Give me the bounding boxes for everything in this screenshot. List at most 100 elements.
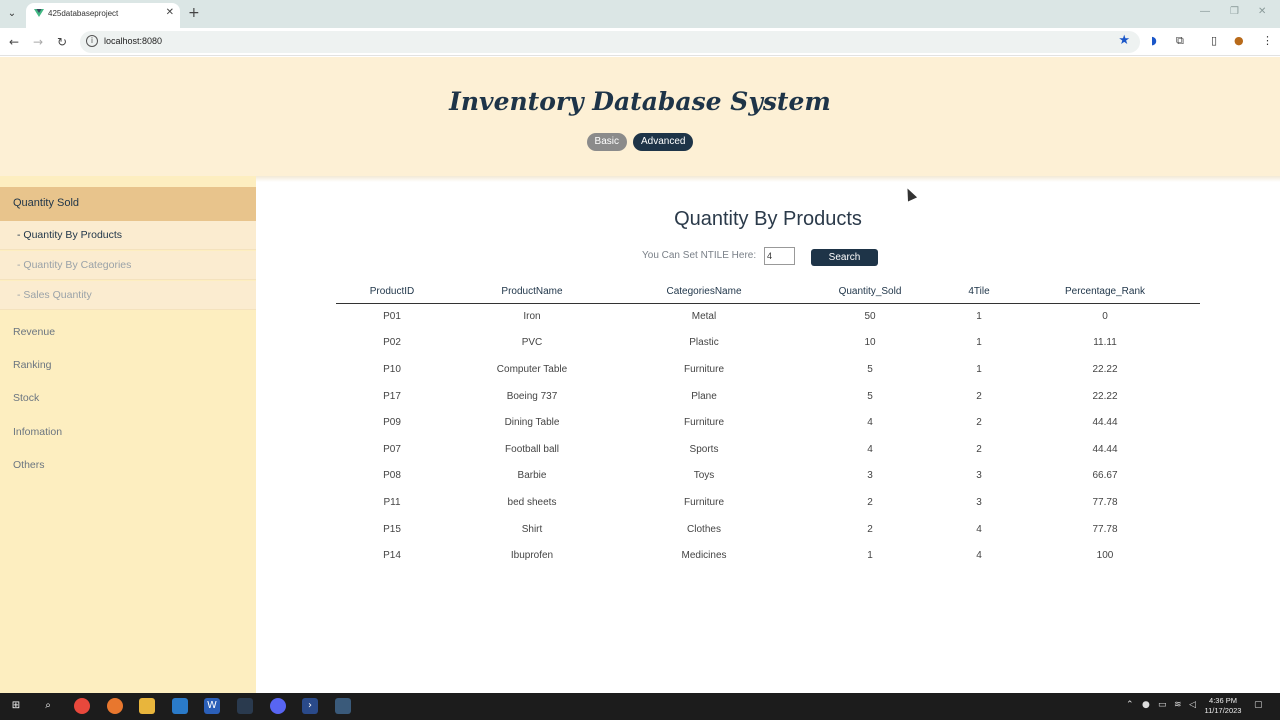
volume-icon[interactable]: ◁	[1189, 700, 1196, 710]
sidebar-item-others[interactable]: Others	[13, 459, 45, 471]
table-cell: 5	[867, 363, 873, 375]
ntile-label: You Can Set NTILE Here:	[642, 250, 757, 261]
table-cell: 2	[976, 443, 982, 455]
table-body: P01 Iron Metal 50 1 0 P02 PVC Plastic 10 1 11.11 P10…	[336, 303, 1200, 569]
column-header: ProductName	[448, 280, 616, 304]
browser-address-bar: ← → ↻ i localhost:8080 ★	[0, 28, 1280, 56]
microphone-icon[interactable]: ●	[1142, 700, 1150, 710]
tab-search-icon[interactable]: ⌄	[4, 6, 20, 22]
battery-icon[interactable]: ▭	[1158, 700, 1167, 710]
steam-icon[interactable]	[237, 698, 253, 714]
reload-icon[interactable]: ↻	[57, 34, 67, 50]
table-row: P01 Iron Metal 50 1 0	[336, 303, 1200, 330]
table-cell: Plane	[691, 390, 717, 402]
word-icon[interactable]: W	[204, 698, 220, 714]
sidebar-item-revenue[interactable]: Revenue	[13, 326, 55, 338]
side-panel-icon[interactable]: ▯	[1211, 34, 1217, 47]
table-cell: bed sheets	[507, 496, 557, 508]
table-cell: Plastic	[689, 337, 719, 349]
table-header-row: ProductID ProductName CategoriesName Quanti…	[336, 280, 1200, 304]
system-clock[interactable]: 4:36 PM 11/17/2023	[1196, 696, 1250, 716]
table-cell: Metal	[691, 311, 717, 323]
sidebar-subitem-quantity-by-products[interactable]: - Quantity By Products	[0, 221, 256, 250]
table-row: P15 Shirt Clothes 2 4 77.78	[336, 516, 1200, 543]
table-cell: P07	[383, 443, 401, 455]
table-cell: 4	[976, 523, 982, 535]
ntile-input[interactable]	[764, 247, 795, 265]
sidebar-item-label: Quantity Sold	[13, 197, 80, 209]
results-table: ProductID ProductName CategoriesName Quanti…	[336, 280, 1200, 569]
table-cell: 3	[976, 496, 982, 508]
url-text: localhost:8080	[104, 36, 163, 46]
windows-start-icon[interactable]: ⊞	[8, 698, 24, 714]
window-close-icon[interactable]: ✕	[1258, 6, 1266, 17]
table-cell: Furniture	[683, 496, 724, 508]
url-bar[interactable]: i localhost:8080 ★	[80, 31, 1140, 53]
table-cell: Dining Table	[504, 417, 560, 429]
table-cell: 77.78	[1092, 523, 1118, 535]
table-cell: 1	[867, 550, 873, 562]
sidebar-item-stock[interactable]: Stock	[13, 392, 39, 404]
bookmark-star-icon[interactable]: ★	[1118, 33, 1130, 48]
column-header: Quantity_Sold	[792, 280, 948, 304]
table-cell: 50	[864, 311, 876, 323]
back-icon[interactable]: ←	[9, 34, 19, 50]
powershell-icon[interactable]: ›	[302, 698, 318, 714]
table-cell: P08	[383, 470, 401, 482]
info-icon[interactable]: i	[86, 35, 98, 47]
table-cell: Furniture	[683, 417, 724, 429]
chrome-icon[interactable]	[74, 698, 90, 714]
table-cell: Football ball	[505, 443, 559, 455]
sidebar-subitem-sales-quantity[interactable]: - Sales Quantity	[0, 281, 256, 310]
table-cell: 44.44	[1092, 417, 1118, 429]
table-row: P08 Barbie Toys 3 3 66.67	[336, 463, 1200, 490]
vscode-icon[interactable]	[172, 698, 188, 714]
table-cell: 5	[867, 390, 873, 402]
table-cell: 4	[976, 550, 982, 562]
table-cell: PVC	[521, 337, 543, 349]
column-header: CategoriesName	[616, 280, 792, 304]
discord-icon[interactable]	[270, 698, 286, 714]
sidebar-subitem-label: - Quantity By Products	[17, 229, 123, 241]
sidebar-item-quantity-sold[interactable]: Quantity Sold	[0, 187, 256, 221]
profile-avatar[interactable]: ●	[1234, 34, 1244, 47]
basic-mode-button[interactable]: Basic	[586, 133, 627, 151]
sidebar-subitem-quantity-by-categories[interactable]: - Quantity By Categories	[0, 251, 256, 280]
search-button[interactable]: Search	[811, 249, 878, 266]
new-tab-icon[interactable]: +	[188, 5, 200, 21]
sidebar: Quantity Sold - Quantity By Products - Q…	[0, 176, 256, 693]
search-icon[interactable]: ⌕	[40, 698, 56, 714]
table-cell: 44.44	[1092, 443, 1118, 455]
column-header: ProductID	[336, 280, 448, 304]
wifi-icon[interactable]: ≋	[1174, 700, 1182, 710]
table-cell: P02	[383, 337, 401, 349]
app-title: Inventory Database System	[449, 87, 831, 116]
file-explorer-icon[interactable]	[139, 698, 155, 714]
menu-icon[interactable]: ⋮	[1262, 34, 1273, 47]
close-icon[interactable]: ✕	[166, 7, 174, 18]
table-cell: Shirt	[521, 523, 543, 535]
table-cell: P14	[383, 550, 401, 562]
sidebar-item-ranking[interactable]: Ranking	[13, 359, 52, 371]
advanced-mode-button[interactable]: Advanced	[632, 133, 694, 151]
tray-chevron-icon[interactable]: ⌃	[1126, 700, 1134, 710]
browser-tab[interactable]: 425databaseproject ✕	[26, 3, 180, 28]
clock-time: 4:36 PM	[1209, 696, 1237, 705]
tab-title: 425databaseproject	[48, 9, 119, 18]
table-row: P17 Boeing 737 Plane 5 2 22.22	[336, 383, 1200, 410]
sidebar-item-infomation[interactable]: Infomation	[13, 426, 62, 438]
table-cell: 22.22	[1092, 363, 1118, 375]
table-row: P02 PVC Plastic 10 1 11.11	[336, 330, 1200, 357]
browser-tab-bar: ⌄ 425databaseproject ✕ + — ❐ ✕	[0, 0, 1280, 28]
restore-icon[interactable]: ❐	[1230, 6, 1239, 17]
puzzle-icon[interactable]: ⧉	[1176, 34, 1184, 48]
minimize-icon[interactable]: —	[1200, 6, 1210, 17]
notification-icon[interactable]: ▢	[1254, 700, 1263, 710]
terminal-icon[interactable]	[335, 698, 351, 714]
table-cell: 2	[867, 523, 873, 535]
table-cell: 11.11	[1093, 337, 1117, 349]
firefox-icon[interactable]	[107, 698, 123, 714]
table-cell: 77.78	[1092, 496, 1118, 508]
extension-icon[interactable]: ◗	[1151, 34, 1157, 47]
forward-icon[interactable]: →	[33, 34, 43, 50]
